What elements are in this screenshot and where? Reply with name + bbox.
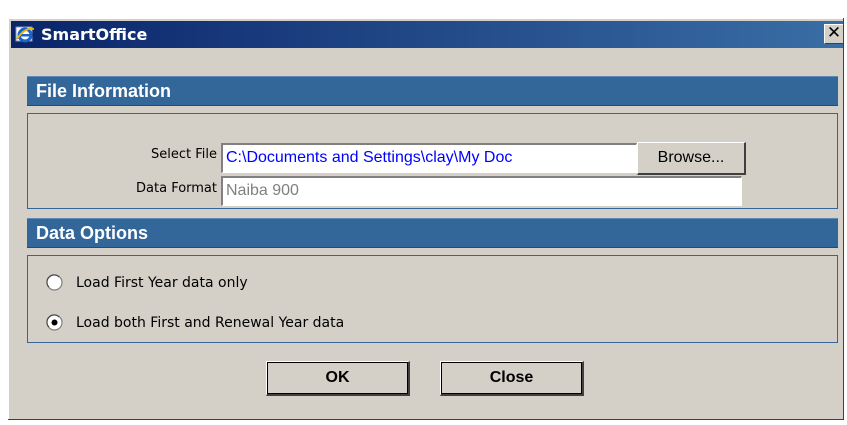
window-title: SmartOffice [41,25,148,44]
radio-unchecked-icon[interactable] [46,274,63,291]
internet-explorer-icon [15,25,35,45]
select-file-input[interactable]: C:\Documents and Settings\clay\My Doc [221,143,637,173]
title-bar[interactable]: SmartOffice ✕ [11,21,844,48]
radio-checked-icon[interactable] [46,314,63,331]
data-format-field: Naiba 900 [221,176,742,206]
close-icon: ✕ [826,23,842,43]
close-button[interactable]: Close [440,361,584,396]
ok-button[interactable]: OK [266,361,410,396]
select-file-label: Select File [151,147,217,162]
data-format-label: Data Format [136,181,217,196]
browse-button[interactable]: Browse... [637,142,746,175]
data-options-header: Data Options [27,218,838,248]
smartoffice-dialog: SmartOffice ✕ File Information Select Fi… [8,18,844,420]
close-window-button[interactable]: ✕ [824,24,844,44]
radio-label-first-year: Load First Year data only [76,275,248,291]
radio-label-first-and-renewal: Load both First and Renewal Year data [76,315,345,331]
file-information-header: File Information [27,76,838,106]
